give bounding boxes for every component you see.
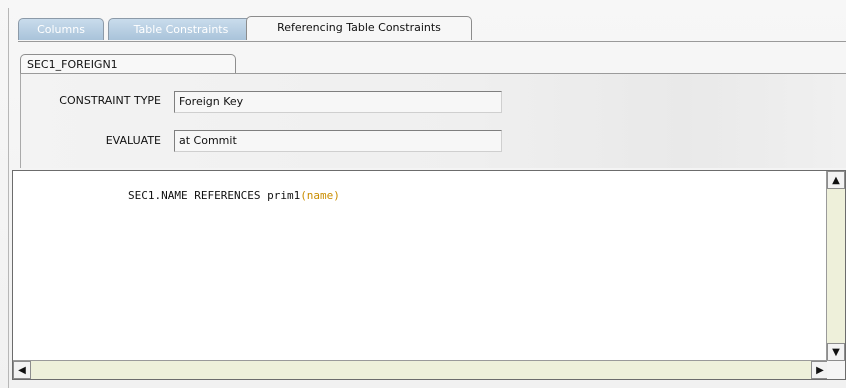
up-arrow-icon[interactable]: ▲ (827, 171, 845, 189)
tab-separator (18, 41, 846, 42)
horizontal-scrollbar[interactable]: ◀ ▶ (13, 360, 829, 379)
constraint-definition-editor[interactable]: SEC1.NAME REFERENCES prim1(name) ▲ ▼ ◀ ▶ (12, 170, 846, 380)
vertical-scrollbar[interactable]: ▲ ▼ (826, 171, 845, 361)
evaluate-field[interactable]: at Commit (174, 130, 502, 152)
code-main: SEC1.NAME REFERENCES prim1 (128, 189, 301, 202)
evaluate-label: EVALUATE (105, 134, 161, 147)
down-arrow-icon[interactable]: ▼ (827, 343, 845, 361)
constraint-type-field[interactable]: Foreign Key (174, 91, 502, 113)
tab-table-constraints[interactable]: Table Constraints (108, 18, 254, 40)
constraint-definition-text: SEC1.NAME REFERENCES prim1(name) (128, 189, 340, 202)
panel-border (8, 8, 9, 388)
tab-table-constraints-label: Table Constraints (133, 23, 229, 36)
left-arrow-icon[interactable]: ◀ (13, 361, 31, 379)
constraints-panel: Columns Table Constraints Referencing Ta… (0, 0, 846, 388)
tab-referencing-table-constraints-label: Referencing Table Constraints (277, 21, 441, 34)
scrollbar-corner (827, 361, 845, 379)
constraint-properties: CONSTRAINT TYPE Foreign Key EVALUATE at … (20, 74, 846, 168)
constraint-subtab-label: SEC1_FOREIGN1 (27, 58, 118, 71)
tab-columns[interactable]: Columns (18, 18, 104, 40)
constraint-subtab[interactable]: SEC1_FOREIGN1 (20, 54, 236, 74)
tab-columns-label: Columns (37, 23, 85, 36)
constraint-type-label: CONSTRAINT TYPE (59, 94, 161, 107)
code-paren: (name) (300, 189, 340, 202)
tab-referencing-table-constraints[interactable]: Referencing Table Constraints (246, 16, 472, 40)
